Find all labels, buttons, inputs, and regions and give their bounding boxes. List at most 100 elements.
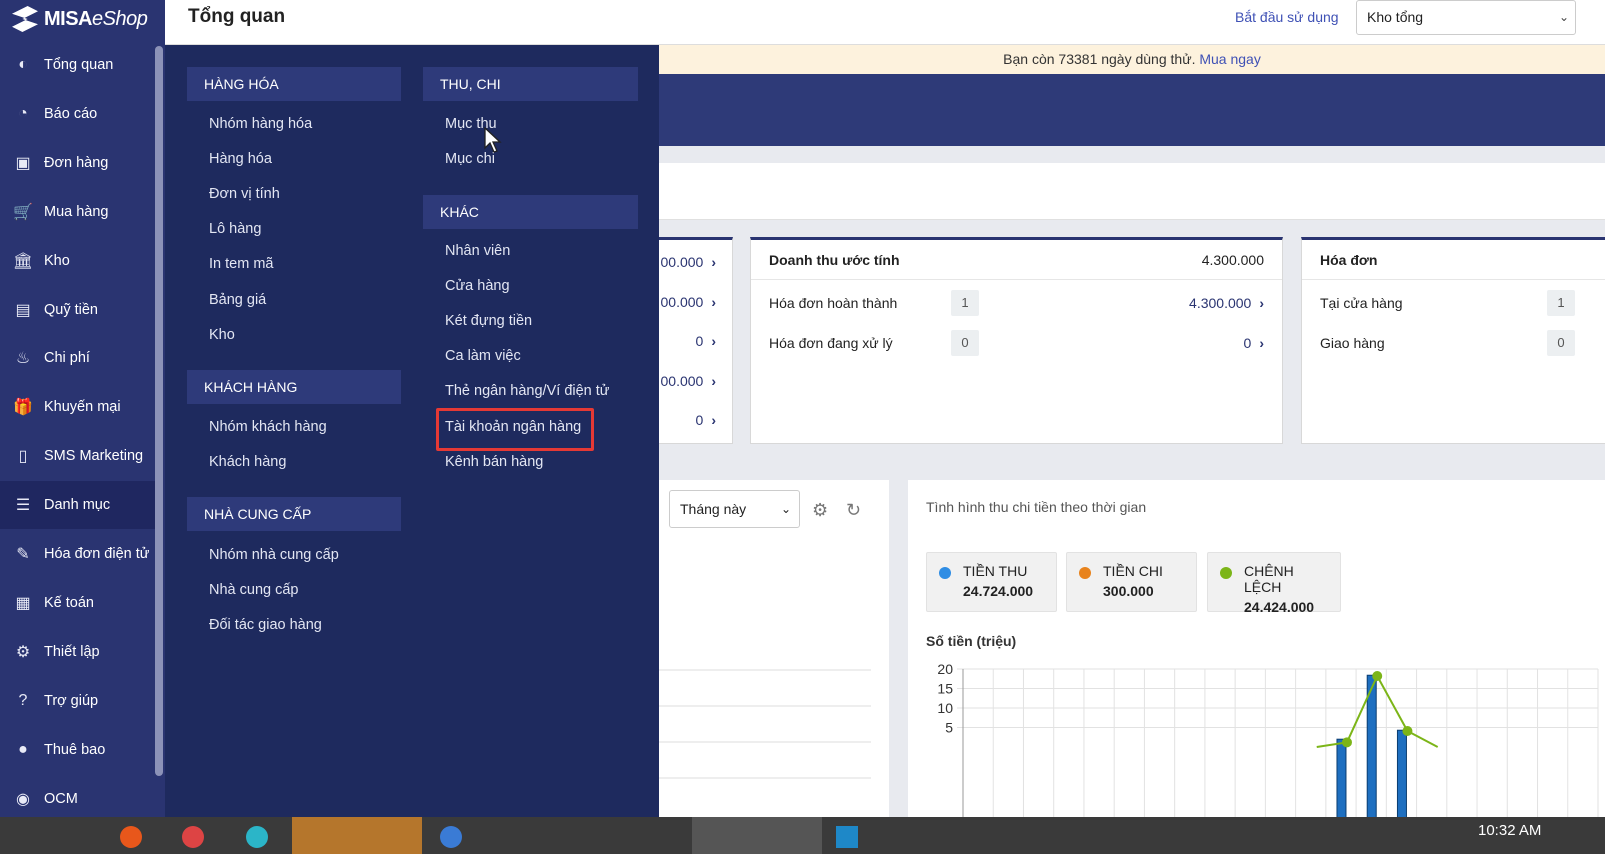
legend-value: 300.000: [1103, 583, 1154, 599]
sidebar-item-12[interactable]: ⚙ Thiết lập: [0, 628, 155, 676]
dashboard-icon: ◐: [18, 56, 28, 73]
left-chart-grid: [659, 669, 871, 779]
chart-title: Tình hình thu chi tiền theo thời gian: [926, 499, 1147, 515]
revenue-row-processing[interactable]: Hóa đơn đang xử lý 0 0 ›: [769, 323, 1264, 363]
legend-dot-icon: [939, 567, 951, 579]
sidebar-scrollbar[interactable]: [155, 46, 163, 776]
menu-item[interactable]: Ca làm việc: [445, 348, 521, 364]
dashboard-toolbar: [659, 163, 1605, 220]
y-tick-label: 15: [937, 681, 953, 697]
menu-item[interactable]: Nhóm nhà cung cấp: [209, 547, 339, 563]
mouse-cursor-icon: [484, 127, 502, 153]
list-icon: ☰: [15, 497, 31, 515]
menu-item[interactable]: Khách hàng: [209, 454, 286, 470]
sidebar-item-11[interactable]: ▦ Kế toán: [0, 579, 155, 627]
sidebar-item-8[interactable]: ▯ SMS Marketing: [0, 432, 155, 480]
highlight-box: [436, 408, 594, 451]
menu-item[interactable]: Nhà cung cấp: [209, 582, 298, 598]
menu-section-header: THU, CHI: [423, 67, 638, 101]
menu-item[interactable]: Bảng giá: [209, 292, 266, 308]
dashboard-banner: [659, 74, 1605, 146]
card-revenue-total: 4.300.000: [1201, 251, 1264, 268]
row-amount: 00.000: [660, 293, 704, 310]
menu-item[interactable]: Thẻ ngân hàng/Ví điện tử: [445, 383, 610, 399]
row-amount: 0: [695, 412, 704, 428]
sidebar-item-7[interactable]: 🎁 Khuyến mại: [0, 383, 155, 431]
sidebar-item-13[interactable]: ? Trợ giúp: [0, 677, 155, 725]
menu-item[interactable]: Nhóm hàng hóa: [209, 116, 312, 132]
taskbar-app-active[interactable]: [292, 817, 422, 854]
misa-logo[interactable]: MISAeShop: [12, 2, 148, 36]
row-label: Hóa đơn đang xử lý: [769, 335, 893, 351]
page-title: Tổng quan: [188, 6, 286, 27]
refresh-icon[interactable]: ↻: [846, 500, 861, 521]
menu-item[interactable]: Két đựng tiền: [445, 313, 532, 329]
cashflow-chart: 20 15 10 5: [937, 661, 1599, 820]
legend-value: 24.724.000: [963, 583, 1034, 599]
legend-name: CHÊNH LỆCH: [1244, 563, 1294, 595]
cost-icon: ♨: [15, 350, 31, 368]
point-chenh-lech: [1341, 737, 1352, 748]
menu-section-header: KHÁC: [423, 195, 638, 229]
legend-item[interactable]: TIỀN THU 24.724.000: [926, 552, 1057, 612]
sidebar-item-2[interactable]: ▣ Đơn hàng: [0, 139, 155, 187]
sidebar-item-15[interactable]: ◉ OCM: [0, 775, 155, 823]
taskbar-app-icon[interactable]: [836, 826, 858, 848]
store-select-value: Kho tổng: [1367, 9, 1424, 25]
card-revenue-title: Doanh thu ước tính: [769, 251, 900, 268]
revenue-row-completed[interactable]: Hóa đơn hoàn thành 1 4.300.000 ›: [769, 283, 1264, 323]
safe-icon: ▤: [15, 301, 31, 319]
taskbar-app-icon[interactable]: [182, 826, 204, 848]
sidebar-item-0[interactable]: ◐ Tổng quan: [0, 41, 155, 89]
buy-now-link[interactable]: Mua ngay: [1199, 51, 1260, 67]
count-badge: 1: [1547, 290, 1575, 316]
sidebar-item-4[interactable]: 🏛 Kho: [0, 237, 155, 285]
menu-item[interactable]: Lô hàng: [209, 221, 261, 237]
row-label: Giao hàng: [1320, 335, 1385, 351]
legend-item[interactable]: CHÊNH LỆCH 24.424.000: [1207, 552, 1341, 615]
taskbar-app-icon[interactable]: [440, 826, 462, 848]
legend-item[interactable]: TIỀN CHI 300.000: [1066, 552, 1197, 612]
menu-item[interactable]: Nhân viên: [445, 243, 510, 259]
card-invoice: Hóa đơn Tại cửa hàng 1 Giao hàng 0: [1301, 237, 1605, 444]
gear-icon[interactable]: ⚙: [812, 500, 828, 521]
chevron-right-icon: ›: [711, 372, 716, 389]
menu-item[interactable]: Đơn vị tính: [209, 186, 280, 202]
card-revenue: Doanh thu ước tính 4.300.000 Hóa đơn hoà…: [750, 237, 1283, 444]
point-chenh-lech: [1372, 671, 1383, 682]
invoice-row-delivery[interactable]: Giao hàng 0: [1320, 323, 1575, 363]
menu-item[interactable]: Hàng hóa: [209, 151, 272, 167]
sidebar-item-label: Khuyến mại: [44, 399, 121, 416]
y-tick-label: 10: [937, 700, 953, 716]
menu-item[interactable]: Cửa hàng: [445, 278, 510, 294]
sidebar-item-10[interactable]: ✎ Hóa đơn điện tử: [0, 530, 155, 578]
menu-item[interactable]: In tem mã: [209, 256, 273, 272]
taskbar-app-icon[interactable]: [120, 826, 142, 848]
cart-icon: 🛒: [13, 203, 33, 221]
menu-item[interactable]: Kho: [209, 327, 235, 343]
start-using-link[interactable]: Bắt đầu sử dụng: [1235, 9, 1339, 25]
menu-item[interactable]: Kênh bán hàng: [445, 454, 543, 470]
sidebar-item-label: Tổng quan: [44, 57, 114, 73]
sidebar-item-label: Quỹ tiền: [44, 301, 98, 318]
menu-item[interactable]: Nhóm khách hàng: [209, 419, 327, 435]
y-tick-label: 20: [937, 661, 953, 677]
sidebar-item-6[interactable]: ♨ Chi phí: [0, 334, 155, 382]
sidebar-item-3[interactable]: 🛒 Mua hàng: [0, 188, 155, 236]
taskbar-app-icon[interactable]: [246, 826, 268, 848]
legend-name: TIỀN CHI: [1103, 563, 1163, 579]
menu-item[interactable]: Đối tác giao hàng: [209, 617, 322, 633]
chevron-down-icon: ⌄: [1558, 10, 1569, 24]
store-select[interactable]: Kho tổng ⌄: [1356, 0, 1576, 35]
sidebar-item-5[interactable]: ▤ Quỹ tiền: [0, 286, 155, 334]
sidebar-item-9[interactable]: ☰ Danh mục: [0, 481, 155, 530]
sidebar-item-1[interactable]: ◔ Báo cáo: [0, 90, 155, 138]
sidebar-item-14[interactable]: ● Thuê bao: [0, 726, 155, 774]
sidebar-item-label: Hóa đơn điện tử: [44, 546, 150, 562]
period-select[interactable]: Tháng này ⌄: [669, 490, 800, 528]
invoice-row-store[interactable]: Tại cửa hàng 1: [1320, 283, 1575, 323]
chart-ylabel: Số tiền (triệu): [926, 633, 1017, 649]
menu-section-header: NHÀ CUNG CẤP: [187, 497, 401, 531]
taskbar-app-browser[interactable]: [692, 817, 822, 854]
pie-chart-icon: ◔: [18, 104, 28, 122]
